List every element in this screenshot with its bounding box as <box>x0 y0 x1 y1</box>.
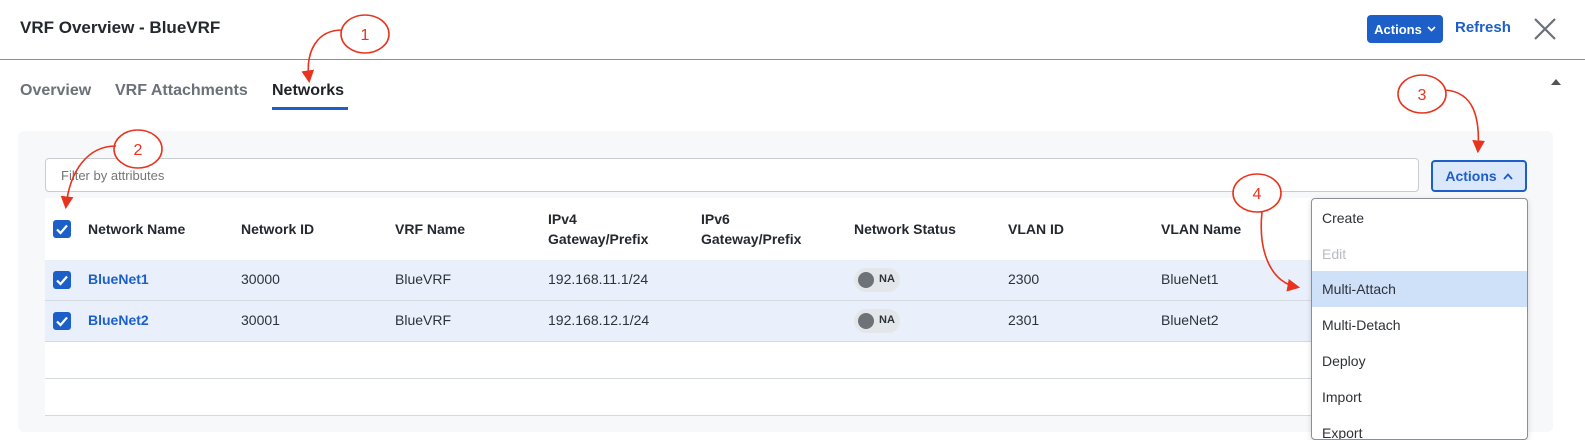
vlan-id-cell: 2300 <box>1008 271 1040 287</box>
column-header-network-id[interactable]: Network ID <box>241 219 314 239</box>
ipv4-cell: 192.168.11.1/24 <box>548 271 649 287</box>
actions-dropdown-menu: Create Edit Multi-Attach Multi-Detach De… <box>1311 198 1528 440</box>
checkmark-icon <box>56 224 68 235</box>
checkmark-icon <box>56 316 68 327</box>
scroll-up-icon[interactable] <box>1551 79 1561 85</box>
status-badge: NA <box>854 309 900 333</box>
header-bar: VRF Overview - BlueVRF Actions Refresh <box>0 0 1585 60</box>
vlan-name-cell: BlueNet2 <box>1161 312 1219 328</box>
network-name-link[interactable]: BlueNet1 <box>88 271 149 287</box>
header-actions-label: Actions <box>1374 21 1422 37</box>
column-header-vlan-id[interactable]: VLAN ID <box>1008 219 1064 239</box>
close-icon[interactable] <box>1530 14 1560 44</box>
network-id-cell: 30000 <box>241 271 280 287</box>
column-header-ipv4[interactable]: IPv4 Gateway/Prefix <box>548 209 648 249</box>
select-all-checkbox[interactable] <box>53 220 71 238</box>
empty-row <box>45 342 1325 379</box>
table-row[interactable]: BlueNet2 30001 BlueVRF 192.168.12.1/24 N… <box>45 301 1325 342</box>
empty-row <box>45 379 1325 416</box>
status-text: NA <box>879 314 895 326</box>
menu-item-edit: Edit <box>1322 246 1347 262</box>
column-header-network-status[interactable]: Network Status <box>854 219 956 239</box>
annotation-label: 3 <box>1418 87 1427 104</box>
checkmark-icon <box>56 275 68 286</box>
menu-item-import[interactable]: Import <box>1312 379 1527 415</box>
tab-networks[interactable]: Networks <box>272 82 344 100</box>
chevron-up-icon <box>1502 172 1513 180</box>
row-checkbox[interactable] <box>53 271 71 289</box>
page-title: VRF Overview - BlueVRF <box>20 18 221 37</box>
menu-item-deploy[interactable]: Deploy <box>1312 343 1527 379</box>
vlan-id-cell: 2301 <box>1008 312 1040 328</box>
refresh-link[interactable]: Refresh <box>1455 19 1511 36</box>
menu-item-export[interactable]: Export <box>1312 415 1527 439</box>
column-header-ipv4-line1: IPv4 <box>548 211 577 227</box>
network-id-cell: 30001 <box>241 312 280 328</box>
status-text: NA <box>879 273 895 285</box>
status-badge: NA <box>854 268 900 292</box>
menu-item-multi-detach[interactable]: Multi-Detach <box>1312 307 1527 343</box>
column-header-network-name[interactable]: Network Name <box>88 219 185 239</box>
row-checkbox[interactable] <box>53 312 71 330</box>
tab-vrf-attachments[interactable]: VRF Attachments <box>115 82 248 100</box>
column-header-ipv6[interactable]: IPv6 Gateway/Prefix <box>701 209 801 249</box>
tab-overview[interactable]: Overview <box>20 82 91 100</box>
vlan-name-cell: BlueNet1 <box>1161 271 1219 287</box>
status-dot-icon <box>858 313 874 329</box>
column-header-ipv6-line1: IPv6 <box>701 211 730 227</box>
network-name-link[interactable]: BlueNet2 <box>88 312 149 328</box>
status-dot-icon <box>858 272 874 288</box>
column-header-vrf-name[interactable]: VRF Name <box>395 219 465 239</box>
table-row[interactable]: BlueNet1 30000 BlueVRF 192.168.11.1/24 N… <box>45 260 1325 301</box>
column-header-vlan-name[interactable]: VLAN Name <box>1161 219 1241 239</box>
ipv4-cell: 192.168.12.1/24 <box>548 312 650 328</box>
table-header: Network Name Network ID VRF Name IPv4 Ga… <box>45 198 1325 262</box>
chevron-down-icon <box>1427 26 1436 32</box>
column-header-ipv6-line2: Gateway/Prefix <box>701 231 802 247</box>
column-header-ipv4-line2: Gateway/Prefix <box>548 231 649 247</box>
menu-item-multi-attach[interactable]: Multi-Attach <box>1312 271 1527 307</box>
filter-input[interactable] <box>45 158 1419 192</box>
vrf-name-cell: BlueVRF <box>395 312 452 328</box>
active-tab-indicator <box>272 107 348 110</box>
header-actions-button[interactable]: Actions <box>1367 15 1443 43</box>
vrf-name-cell: BlueVRF <box>395 271 452 287</box>
table-actions-button[interactable]: Actions <box>1431 160 1527 192</box>
menu-item-create[interactable]: Create <box>1312 200 1527 236</box>
table-actions-label: Actions <box>1445 168 1497 184</box>
